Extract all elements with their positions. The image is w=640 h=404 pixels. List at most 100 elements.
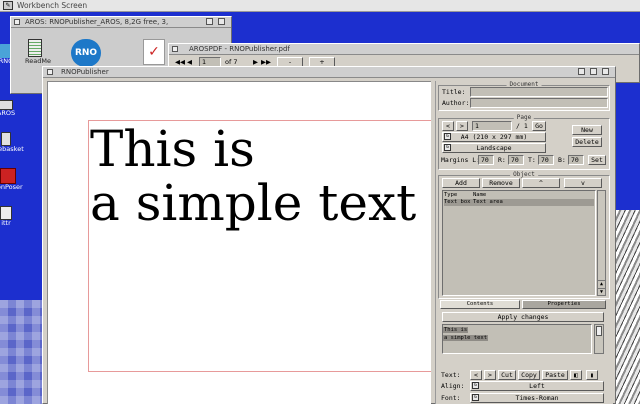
delete-page-button[interactable]: Delete — [572, 137, 602, 147]
text-box[interactable]: This is a simple text — [90, 122, 416, 230]
author-label: Author: — [442, 99, 470, 107]
zoom-icon[interactable] — [206, 18, 213, 25]
pdf-page-total: of 7 — [225, 58, 238, 66]
prev-page-icon[interactable]: ◀ — [187, 58, 192, 66]
iconify-icon[interactable] — [602, 68, 609, 75]
screen-titlebar: ✎ Workbench Screen — [0, 0, 640, 12]
close-icon[interactable] — [172, 46, 178, 52]
margin-right-field[interactable]: 70 — [508, 155, 524, 165]
align-cycle[interactable]: ↻ Left — [470, 381, 604, 391]
object-list[interactable]: Type Name Text box Text area — [442, 190, 596, 296]
close-icon[interactable] — [47, 69, 53, 75]
align-value: Left — [529, 382, 545, 390]
close-icon[interactable] — [14, 19, 20, 25]
pdf-app-icon[interactable]: ✓ — [143, 39, 165, 65]
move-down-button[interactable]: v — [564, 178, 602, 188]
list-item[interactable]: Text box Text area — [444, 199, 594, 206]
move-up-button[interactable]: ^ — [522, 178, 560, 188]
first-page-icon[interactable]: ◀◀ — [175, 58, 185, 66]
rno-window-title: RNOPublisher — [61, 68, 109, 76]
set-margins-button[interactable]: Set — [588, 155, 606, 165]
readme-label: ReadMe — [25, 57, 51, 65]
pdf-window-titlebar[interactable]: AROSPDF - RNOPublisher.pdf — [169, 44, 639, 55]
go-button[interactable]: Go — [532, 121, 546, 131]
text-content-scrollbar[interactable] — [594, 324, 604, 354]
desktop-icon-wastebasket[interactable]: astebasket — [0, 132, 26, 153]
document-icon — [28, 39, 42, 57]
margin-left-field[interactable]: 70 — [478, 155, 494, 165]
add-object-button[interactable]: Add — [442, 178, 480, 188]
next-page-icon[interactable]: ▶ — [253, 58, 258, 66]
text-content-area[interactable]: This is a simple text — [442, 324, 592, 354]
aros-window-titlebar[interactable]: AROS: RNOPublisher_AROS, 8,2G free, 3, — [11, 17, 231, 28]
tool-icon — [0, 206, 12, 220]
rno-publisher-window[interactable]: RNOPublisher This is a simple text Docum… — [42, 66, 616, 404]
depth-icon[interactable] — [218, 18, 225, 25]
scroll-down-icon[interactable]: ▼ — [598, 288, 605, 295]
cycle-icon: ↻ — [472, 394, 479, 401]
page-canvas[interactable]: This is a simple text — [47, 81, 431, 404]
properties-panel: Document Title: Author: Page < > 1 / 1 G… — [435, 81, 613, 404]
desktop-icon-aros[interactable]: AROS — [0, 100, 26, 117]
text-content-line: This is — [443, 327, 469, 333]
last-page-icon[interactable]: ▶▶ — [261, 58, 271, 66]
desktop-icon-label: AROS — [0, 109, 16, 117]
margin-r-label: R: — [498, 156, 506, 164]
cut-button[interactable]: Cut — [498, 370, 516, 380]
cycle-icon: ↻ — [472, 382, 479, 389]
title-label: Title: — [442, 88, 466, 96]
readme-icon[interactable]: ReadMe — [25, 39, 51, 65]
align-label: Align: — [441, 382, 465, 390]
page-size-cycle[interactable]: ↻ A4 (210 x 297 mm) — [442, 132, 546, 142]
desktop-pattern — [0, 300, 44, 404]
margin-b-label: B: — [558, 156, 566, 164]
desktop-icon-label: astebasket — [0, 145, 24, 153]
prev-page-button[interactable]: < — [442, 121, 454, 131]
orientation-cycle[interactable]: ↻ Landscape — [442, 143, 546, 153]
object-name: Text area — [473, 199, 503, 205]
text-prev-button[interactable]: < — [470, 370, 482, 380]
scrollbar-knob[interactable] — [596, 326, 602, 336]
margin-top-field[interactable]: 70 — [538, 155, 554, 165]
canvas-text-line: a simple text — [90, 174, 417, 232]
rno-app-icon[interactable]: RNO — [71, 39, 101, 67]
next-page-button[interactable]: > — [456, 121, 468, 131]
trash-icon — [1, 132, 11, 146]
clear-icon[interactable]: ◧ — [570, 370, 582, 380]
zoom-icon[interactable] — [578, 68, 585, 75]
font-cycle[interactable]: ↻ Times-Roman — [470, 393, 604, 403]
tab-contents[interactable]: Contents — [440, 300, 520, 309]
desktop-icon-ittr[interactable]: ittr — [0, 206, 26, 227]
author-field[interactable] — [470, 98, 608, 108]
text-next-button[interactable]: > — [484, 370, 496, 380]
object-list-scrollbar[interactable]: ▲ ▼ — [597, 190, 606, 296]
aros-logo-icon[interactable]: ✎ — [3, 1, 13, 10]
new-page-button[interactable]: New — [572, 125, 602, 135]
margin-bottom-field[interactable]: 70 — [568, 155, 584, 165]
paste-button[interactable]: Paste — [542, 370, 568, 380]
title-field[interactable] — [470, 87, 608, 97]
canvas-text-line: This is — [90, 120, 255, 178]
font-value: Times-Roman — [515, 394, 559, 402]
page-number-field[interactable]: 1 — [472, 121, 512, 131]
desktop-icon-iconposer[interactable]: conPoser — [0, 168, 28, 191]
rno-window-titlebar[interactable]: RNOPublisher — [43, 67, 615, 78]
copy-button[interactable]: Copy — [518, 370, 540, 380]
remove-object-button[interactable]: Remove — [482, 178, 520, 188]
desktop-icon-label: conPoser — [0, 183, 23, 191]
tab-properties[interactable]: Properties — [522, 300, 606, 309]
text-content-line: a simple text — [443, 335, 489, 341]
desktop-icon-label: ittr — [1, 219, 11, 227]
object-type: Text box — [444, 199, 471, 205]
font-picker-icon[interactable]: ▮ — [586, 370, 598, 380]
cycle-icon: ↻ — [444, 144, 451, 151]
margin-t-label: T: — [528, 156, 536, 164]
depth-icon[interactable] — [590, 68, 597, 75]
scroll-up-icon[interactable]: ▲ — [598, 280, 605, 287]
pdf-window-title: AROSPDF - RNOPublisher.pdf — [189, 45, 290, 53]
iconposer-icon — [0, 168, 16, 184]
backdrop-image — [616, 210, 640, 404]
margins-label: Margins L: — [441, 156, 481, 164]
apply-changes-button[interactable]: Apply changes — [442, 312, 604, 322]
page-total: / 1 — [516, 122, 528, 130]
